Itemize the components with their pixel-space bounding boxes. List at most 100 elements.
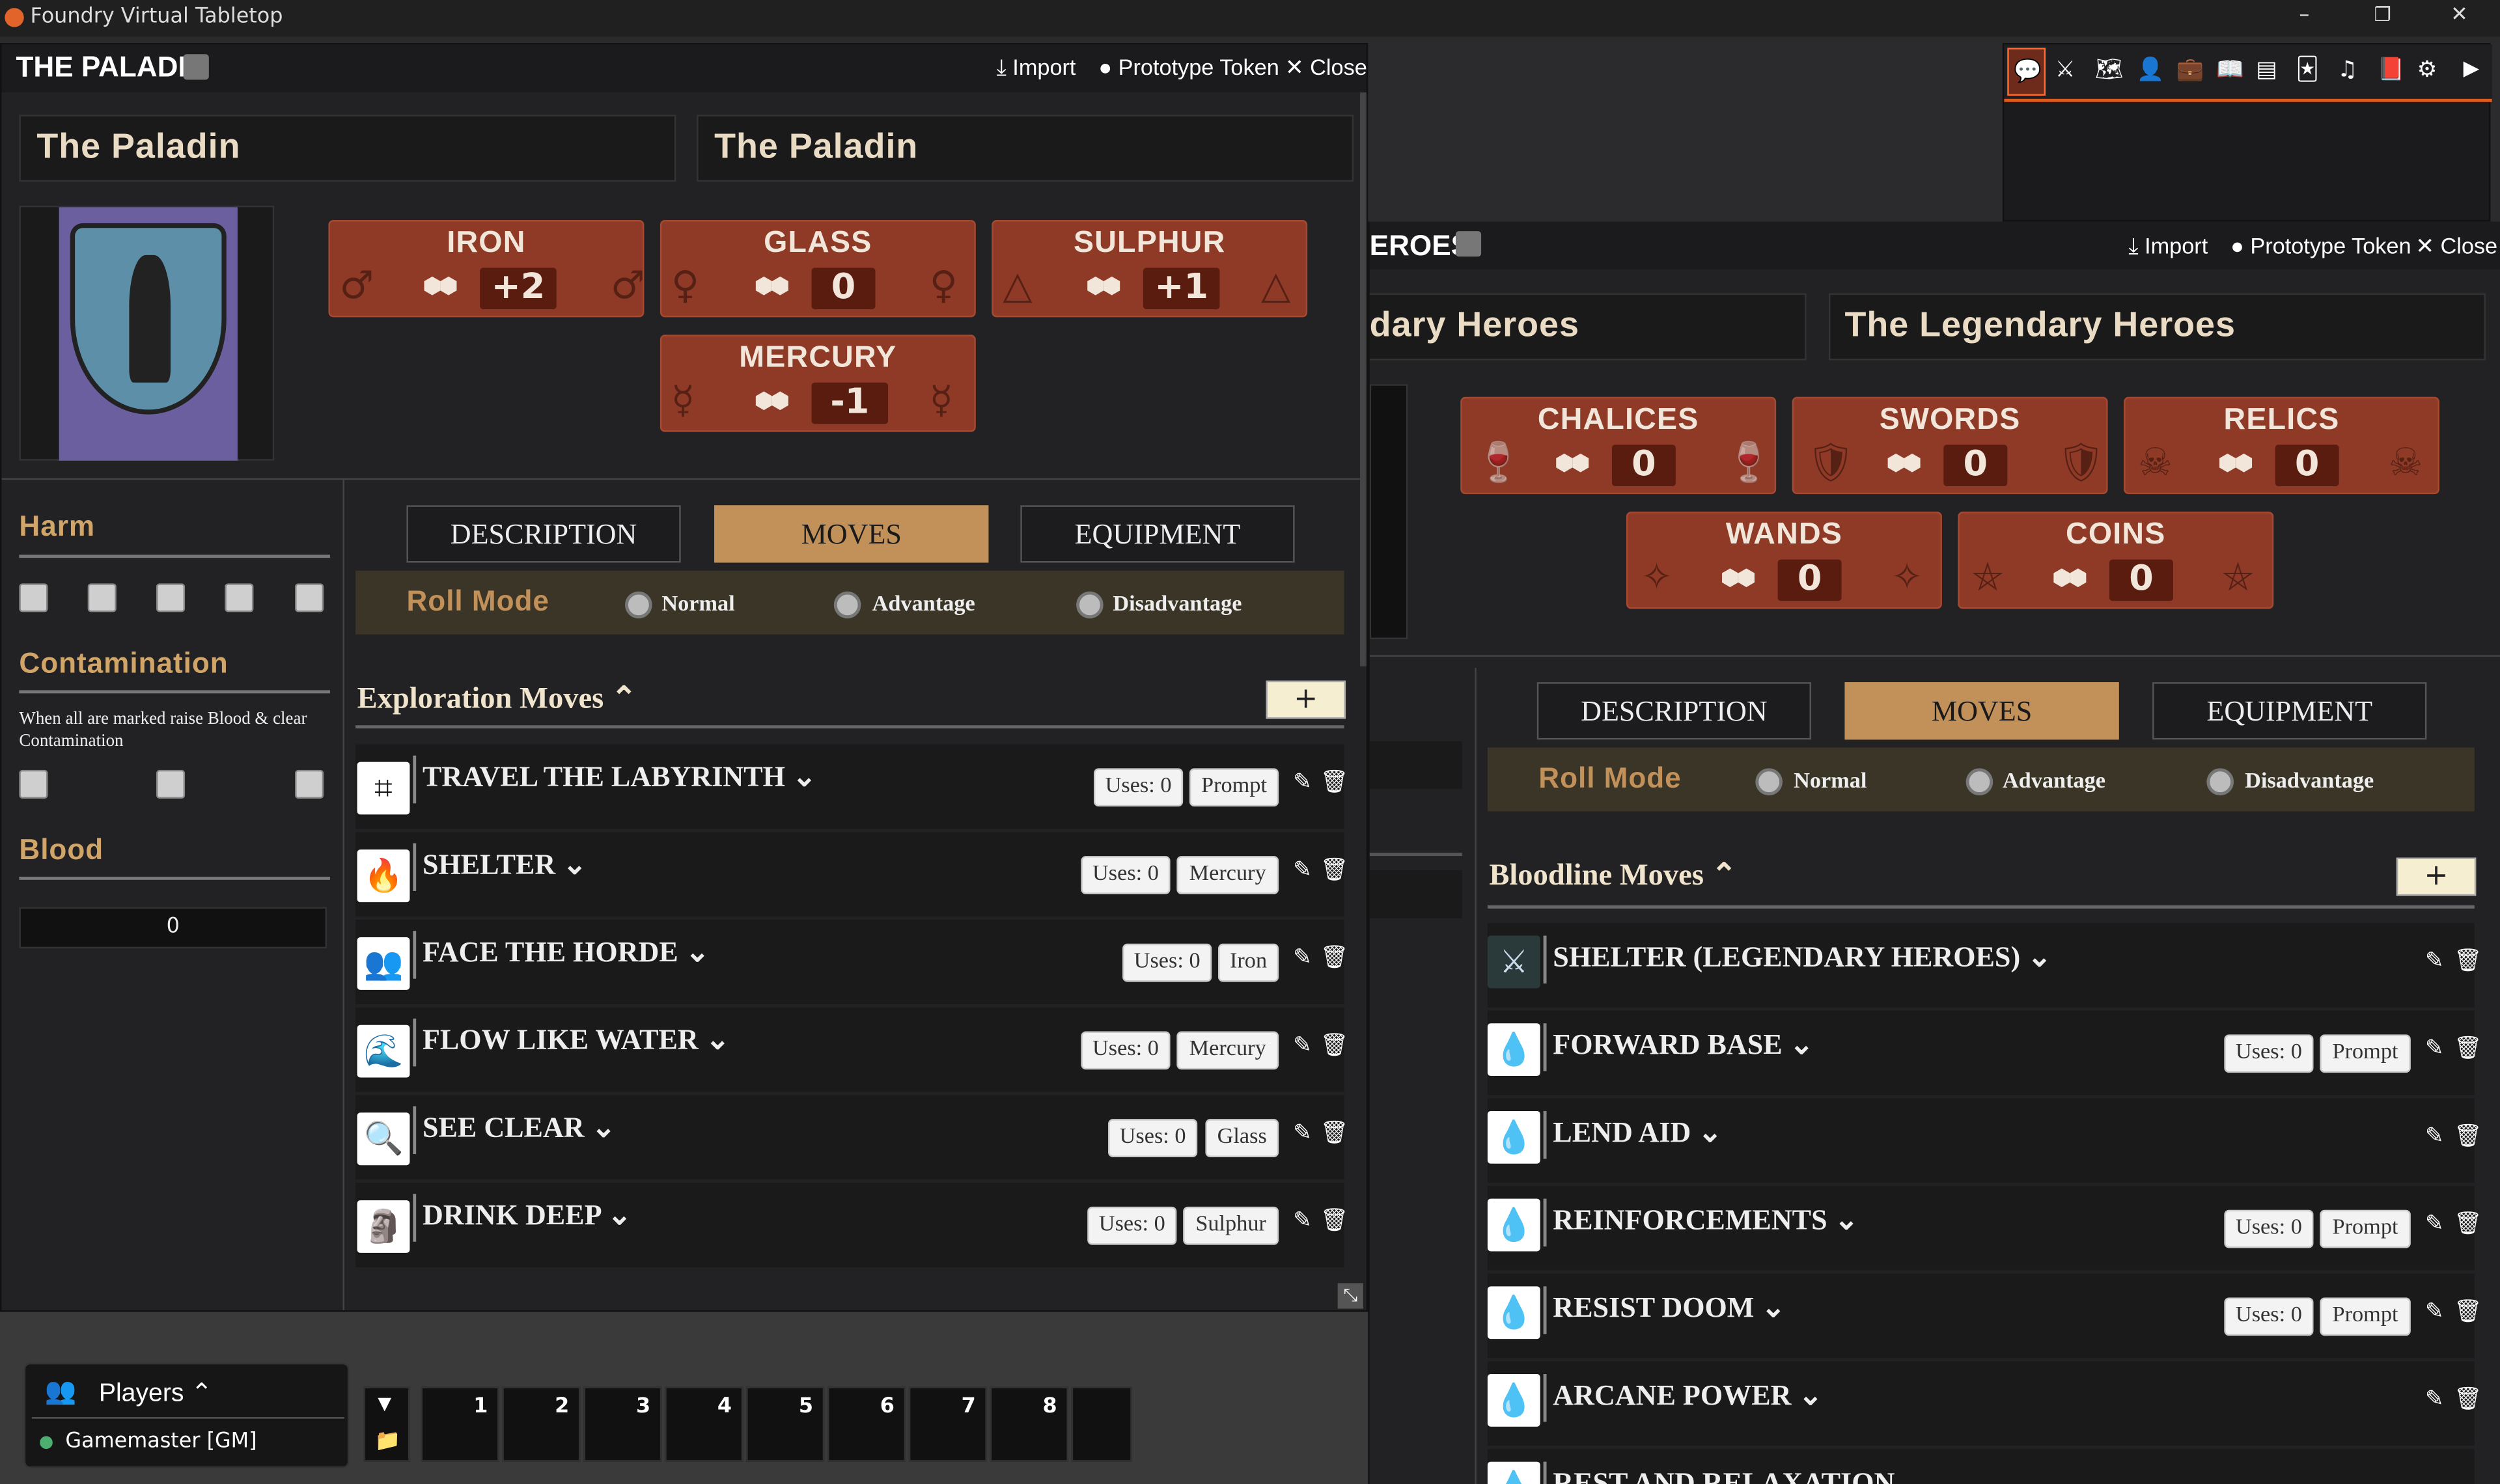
resize-handle-icon[interactable]: ⤡	[1337, 1283, 1363, 1309]
hotbar-slot-9[interactable]	[1071, 1386, 1132, 1462]
move-stat-tag[interactable]: Mercury	[1176, 856, 1279, 894]
blood-input[interactable]: 0	[19, 907, 327, 949]
stat-glass[interactable]: GLASS ♀ ⬢⬢ 0 ♀	[660, 219, 976, 318]
section-title[interactable]: Exploration Moves ⌃	[357, 681, 637, 717]
edit-icon[interactable]: ✎	[2425, 1299, 2444, 1325]
move-stat-tag[interactable]: Glass	[1205, 1119, 1279, 1157]
stat-wands[interactable]: WANDS ✧ ⬢⬢ 0 ✧	[1626, 512, 1942, 609]
chevron-down-icon[interactable]: ⌄	[792, 760, 816, 792]
edit-icon[interactable]: ✎	[2425, 1124, 2444, 1149]
move-name[interactable]: FLOW LIKE WATER ⌄	[413, 1018, 730, 1067]
hotbar-slot-8[interactable]: 8	[990, 1386, 1068, 1462]
contamination-checkbox[interactable]	[156, 769, 186, 799]
move-name[interactable]: RESIST DOOM ⌄	[1543, 1286, 1785, 1334]
move-stat-tag[interactable]: Prompt	[1189, 768, 1279, 807]
move-stat-tag[interactable]: Prompt	[2320, 1297, 2411, 1336]
add-move-button[interactable]: +	[2396, 857, 2477, 896]
stat-value[interactable]: 0	[2109, 559, 2173, 601]
stat-sulphur[interactable]: SULPHUR △ ⬢⬢ +1 △	[992, 219, 1308, 318]
stat-swords[interactable]: SWORDS 🛡 ⬢⬢ 0 🛡	[1792, 396, 2108, 495]
dice-icon[interactable]: ⬢⬢	[423, 274, 458, 299]
edit-icon[interactable]: ✎	[2425, 1211, 2444, 1237]
chevron-up-icon[interactable]: ⌃	[1712, 859, 1737, 892]
radio-normal[interactable]	[1755, 768, 1783, 796]
chevron-down-icon[interactable]: ⌄	[2027, 941, 2051, 972]
radio-advantage[interactable]	[1965, 768, 1993, 796]
chevron-down-icon[interactable]: ⌄	[706, 1024, 730, 1056]
stat-value[interactable]: 0	[1943, 445, 2008, 486]
stat-value[interactable]: +1	[1143, 268, 1220, 310]
delete-icon[interactable]: 🗑	[1320, 1033, 1349, 1058]
tab-description[interactable]: DESCRIPTION	[1536, 682, 1812, 740]
chevron-down-icon[interactable]: ⌄	[1790, 1028, 1814, 1060]
harm-checkbox[interactable]	[87, 583, 117, 612]
move-name[interactable]: FORWARD BASE ⌄	[1543, 1023, 1814, 1071]
close-button[interactable]: ✕ Close	[2415, 233, 2497, 260]
edit-icon[interactable]: ✎	[2425, 948, 2444, 974]
combat-icon[interactable]: ⚔	[2055, 57, 2076, 83]
edit-icon[interactable]: ✎	[2425, 1387, 2444, 1412]
move-name[interactable]: SHELTER (LEGENDARY HEROES) ⌄	[1543, 935, 2051, 984]
edit-icon[interactable]: ✎	[1293, 945, 1312, 970]
delete-icon[interactable]: 🗑	[1320, 1208, 1349, 1233]
move-name[interactable]: ARCANE POWER ⌄	[1543, 1374, 1822, 1422]
playlists-icon[interactable]: ♫	[2337, 57, 2357, 83]
import-button[interactable]: ⤓ Import	[997, 54, 1076, 81]
settings-icon[interactable]: ⚙	[2417, 57, 2438, 83]
journal-icon[interactable]: 📖	[2216, 57, 2244, 83]
stat-value[interactable]: 0	[1611, 445, 1676, 486]
stat-value[interactable]: -1	[811, 382, 889, 424]
delete-icon[interactable]: 🗑	[2454, 1124, 2482, 1149]
radio-disadvantage[interactable]	[1076, 591, 1104, 619]
sheet-config-icon[interactable]	[183, 54, 209, 80]
stat-value[interactable]: 0	[1777, 559, 1842, 601]
stat-value[interactable]: 0	[811, 268, 876, 310]
scrollbar[interactable]	[1359, 92, 1367, 666]
hotbar-slot-5[interactable]: 5	[746, 1386, 825, 1462]
tab-equipment[interactable]: EQUIPMENT	[2152, 682, 2427, 740]
hotbar-slot-7[interactable]: 7	[908, 1386, 987, 1462]
radio-normal[interactable]	[625, 591, 652, 619]
delete-icon[interactable]: 🗑	[1320, 1121, 1349, 1146]
dice-icon[interactable]: ⬢⬢	[1086, 274, 1122, 299]
players-label[interactable]: Players ⌃	[99, 1377, 212, 1409]
chevron-down-icon[interactable]: ⌄	[1902, 1466, 1926, 1484]
delete-icon[interactable]: 🗑	[2454, 1299, 2482, 1325]
stat-relics[interactable]: RELICS ☠ ⬢⬢ 0 ☠	[2124, 396, 2439, 495]
sheet-config-icon[interactable]	[1455, 231, 1482, 257]
move-name[interactable]: DRINK DEEP ⌄	[413, 1194, 632, 1242]
actors-icon[interactable]: 👤	[2137, 57, 2165, 83]
edit-icon[interactable]: ✎	[1293, 1033, 1312, 1058]
hotbar-slot-4[interactable]: 4	[665, 1386, 743, 1462]
delete-icon[interactable]: 🗑	[1320, 945, 1349, 970]
move-stat-tag[interactable]: Prompt	[2320, 1034, 2411, 1073]
move-stat-tag[interactable]: Prompt	[2320, 1209, 2411, 1248]
add-move-button[interactable]: +	[1266, 680, 1346, 719]
move-stat-tag[interactable]: Sulphur	[1183, 1206, 1279, 1245]
close-window-button[interactable]: ✕	[2451, 3, 2468, 27]
stat-coins[interactable]: COINS ⛤ ⬢⬢ 0 ⛤	[1958, 512, 2274, 609]
delete-icon[interactable]: 🗑	[2454, 1211, 2482, 1237]
dice-icon[interactable]: ⬢⬢	[1555, 451, 1590, 476]
move-name[interactable]: REINFORCEMENTS ⌄	[1543, 1198, 1859, 1247]
uses-counter[interactable]: Uses: 0	[2224, 1034, 2314, 1073]
hotbar-slot-2[interactable]: 2	[502, 1386, 581, 1462]
maximize-button[interactable]: ❐	[2374, 3, 2391, 25]
harm-checkbox[interactable]	[19, 583, 48, 612]
edit-icon[interactable]: ✎	[1293, 858, 1312, 883]
radio-advantage[interactable]	[833, 591, 861, 619]
uses-counter[interactable]: Uses: 0	[1087, 1206, 1177, 1245]
chevron-up-icon[interactable]: ⌃	[191, 1381, 212, 1408]
chevron-down-icon[interactable]: ▼	[378, 1393, 391, 1414]
chevron-down-icon[interactable]: ⌄	[592, 1111, 616, 1143]
delete-icon[interactable]: 🗑	[2454, 1036, 2482, 1062]
hotbar-slot-6[interactable]: 6	[827, 1386, 906, 1462]
contamination-checkbox[interactable]	[19, 769, 48, 799]
uses-counter[interactable]: Uses: 0	[1081, 1031, 1171, 1070]
move-name[interactable]: REST AND RELAXATION ⌄	[1543, 1461, 1926, 1484]
edit-icon[interactable]: ✎	[2425, 1036, 2444, 1062]
tab-equipment[interactable]: EQUIPMENT	[1020, 505, 1295, 563]
delete-icon[interactable]: 🗑	[2454, 1387, 2482, 1412]
dice-icon[interactable]: ⬢⬢	[754, 389, 790, 415]
stat-mercury[interactable]: MERCURY ☿ ⬢⬢ -1 ☿	[660, 335, 976, 432]
